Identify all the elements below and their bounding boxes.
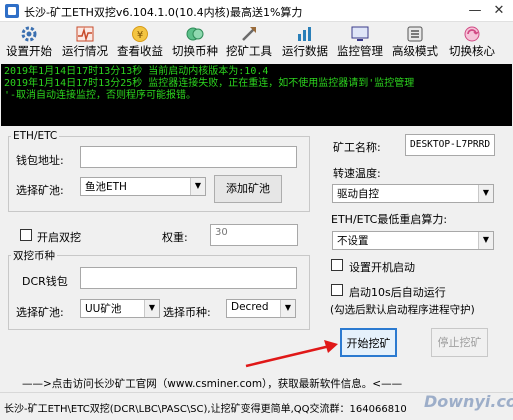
autostart-checkbox[interactable] xyxy=(331,259,343,271)
console-line: 2019年1月14日17时13分13秒 当前启动内核版本为:10.4 xyxy=(4,66,269,77)
start-mining-button[interactable]: 开始挖矿 xyxy=(340,328,397,357)
eth-pool-select[interactable]: 鱼池ETH ▼ xyxy=(80,177,206,196)
monitor-icon xyxy=(351,26,369,41)
dcr-wallet-label: DCR钱包 xyxy=(22,275,68,288)
toolbar: 设置开始 运行情况 ¥ 查看收益 切换币种 挖矿工具 运行数据 监控管理 高级模… xyxy=(0,22,513,62)
toolbar-view-earnings[interactable]: ¥ 查看收益 xyxy=(113,22,167,62)
minimize-icon[interactable]: — xyxy=(466,2,484,20)
chevron-down-icon: ▼ xyxy=(280,300,295,317)
miner-name-label: 矿工名称: xyxy=(333,141,381,154)
dcr-wallet-input[interactable] xyxy=(80,267,297,289)
min-hashrate-label: ETH/ETC最低重启算力: xyxy=(331,213,448,226)
chevron-down-icon: ▼ xyxy=(478,185,493,202)
enable-dual-checkbox[interactable] xyxy=(20,229,32,241)
fan-temp-value: 驱动自控 xyxy=(337,188,379,200)
autostart-label: 设置开机启动 xyxy=(349,261,415,274)
dual-pool-label: 选择矿池: xyxy=(16,306,64,319)
dual-pool-select[interactable]: UU矿池 ▼ xyxy=(80,299,160,318)
fan-temp-label: 转速温度: xyxy=(333,167,381,180)
close-icon[interactable]: ✕ xyxy=(490,2,508,20)
core-icon xyxy=(464,26,480,42)
dual-coin-select[interactable]: Decred ▼ xyxy=(226,299,296,318)
toolbar-switch-core[interactable]: 切换核心 xyxy=(444,22,500,62)
svg-text:¥: ¥ xyxy=(137,30,143,41)
console-line: '-取消自动连接监控，否则程序可能报错。 xyxy=(4,90,197,101)
miner-name-input[interactable]: DESKTOP-L7PRRD xyxy=(405,134,495,156)
window-title: 长沙-矿工ETH双挖v6.104.1.0(10.4内核)最高送1%算力 xyxy=(24,6,303,19)
autorun-note: (勾选后默认启动程序进程守护) xyxy=(330,304,475,316)
toolbar-run-data[interactable]: 运行数据 xyxy=(278,22,332,62)
wallet-label: 钱包地址: xyxy=(16,154,64,167)
toolbar-run-status[interactable]: 运行情况 xyxy=(58,22,112,62)
enable-dual-label: 开启双挖 xyxy=(37,231,81,244)
fan-temp-select[interactable]: 驱动自控 ▼ xyxy=(332,184,494,203)
stop-mining-button[interactable]: 停止挖矿 xyxy=(431,328,488,357)
autorun-checkbox[interactable] xyxy=(331,284,343,296)
console-log: 2019年1月14日17时13分13秒 当前启动内核版本为:10.4 2019年… xyxy=(1,64,512,126)
toolbar-mining-tools[interactable]: 挖矿工具 xyxy=(222,22,276,62)
autorun-label: 启动10s后自动运行 xyxy=(349,286,446,299)
toolbar-settings-start[interactable]: 设置开始 xyxy=(2,22,56,62)
weight-input[interactable]: 30 xyxy=(210,224,298,246)
min-hashrate-select[interactable]: 不设置 ▼ xyxy=(332,231,494,250)
chevron-down-icon: ▼ xyxy=(478,232,493,249)
toolbar-monitor-management[interactable]: 监控管理 xyxy=(333,22,387,62)
tools-icon xyxy=(242,27,256,41)
activity-icon xyxy=(76,26,94,42)
chevron-down-icon: ▼ xyxy=(190,178,205,195)
eth-group-legend: ETH/ETC xyxy=(13,130,58,142)
chevron-down-icon: ▼ xyxy=(144,300,159,317)
arrow-pointer-icon xyxy=(245,340,338,368)
eth-pool-value: 鱼池ETH xyxy=(85,181,127,193)
advanced-icon xyxy=(407,26,423,42)
dual-coin-value: Decred xyxy=(231,301,269,313)
weight-label: 权重: xyxy=(162,231,188,244)
console-line: 2019年1月14日17时13分25秒 监控器连接失败，正在重连，如不使用监控器… xyxy=(4,78,415,89)
min-hashrate-value: 不设置 xyxy=(337,235,369,247)
eth-pool-label: 选择矿池: xyxy=(16,184,64,197)
toolbar-switch-coin[interactable]: 切换币种 xyxy=(168,22,222,62)
dual-pool-value: UU矿池 xyxy=(85,303,122,315)
app-icon xyxy=(5,4,19,18)
toolbar-advanced-mode[interactable]: 高级模式 xyxy=(388,22,442,62)
add-pool-button[interactable]: 添加矿池 xyxy=(214,175,282,203)
watermark-logo: Downyi.com xyxy=(424,392,513,411)
money-icon: ¥ xyxy=(132,26,148,42)
coin-icon xyxy=(186,27,204,41)
website-link[interactable]: ——>点击访问长沙矿工官网（www.csminer.com），获取最新软件信息。… xyxy=(22,376,402,391)
wallet-input[interactable] xyxy=(80,146,297,168)
status-bar-text: 长沙-矿工ETH\ETC双挖(DCR\LBC\PASC\SC),让挖矿变得更简单… xyxy=(4,404,407,415)
title-bar: 长沙-矿工ETH双挖v6.104.1.0(10.4内核)最高送1%算力 — ✕ xyxy=(0,0,513,22)
data-icon xyxy=(298,27,311,41)
gear-icon xyxy=(21,26,37,42)
dual-coin-legend: 双挖币种 xyxy=(13,250,55,262)
coin-select-label: 选择币种: xyxy=(163,306,211,319)
